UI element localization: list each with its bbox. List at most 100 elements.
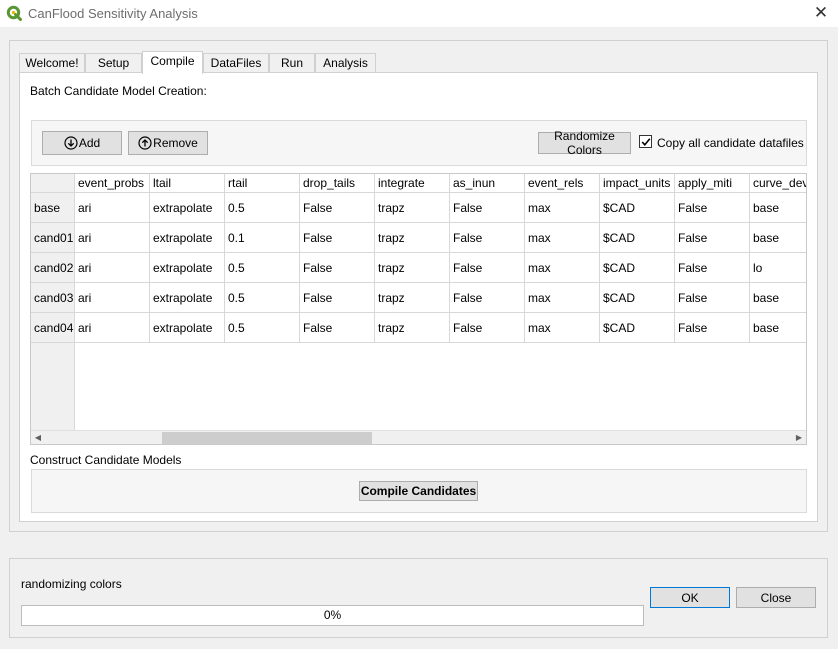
copy-datafiles-label: Copy all candidate datafiles <box>657 136 804 150</box>
table-cell[interactable]: False <box>675 253 750 283</box>
compile-candidates-button[interactable]: Compile Candidates <box>359 481 478 501</box>
table-cell[interactable]: False <box>450 223 525 253</box>
tab-run[interactable]: Run <box>269 53 315 73</box>
table-corner <box>31 174 75 193</box>
table-cell[interactable]: trapz <box>375 193 450 223</box>
copy-datafiles-checkbox[interactable] <box>639 135 652 148</box>
column-header[interactable]: ltail <box>150 174 225 193</box>
close-button[interactable]: Close <box>736 587 816 608</box>
horizontal-scrollbar[interactable]: ◀ ▶ <box>31 430 806 444</box>
row-header-cand02[interactable]: cand02 <box>31 253 75 283</box>
ok-button[interactable]: OK <box>650 587 730 608</box>
remove-button[interactable]: Remove <box>128 131 208 155</box>
close-icon[interactable]: ✕ <box>804 0 838 27</box>
window-title: CanFlood Sensitivity Analysis <box>28 6 198 21</box>
remove-button-label: Remove <box>153 136 198 150</box>
table-cell[interactable]: False <box>450 313 525 343</box>
status-text: randomizing colors <box>21 577 122 591</box>
randomize-colors-button[interactable]: Randomize Colors <box>538 129 631 157</box>
table-cell[interactable]: False <box>675 313 750 343</box>
tab-welcome[interactable]: Welcome! <box>19 53 85 73</box>
table-cell[interactable]: extrapolate <box>150 193 225 223</box>
table-cell[interactable]: False <box>300 223 375 253</box>
candidates-table[interactable]: event_probs ltail rtail drop_tails integ… <box>30 173 807 445</box>
tab-datafiles[interactable]: DataFiles <box>203 53 269 73</box>
column-header[interactable]: curve_dev <box>750 174 806 193</box>
column-header[interactable]: drop_tails <box>300 174 375 193</box>
table-cell[interactable]: max <box>525 313 600 343</box>
table-cell[interactable]: trapz <box>375 313 450 343</box>
add-button-label: Add <box>78 136 101 150</box>
scrollbar-thumb[interactable] <box>162 432 372 444</box>
table-cell[interactable]: $CAD <box>600 313 675 343</box>
table-cell[interactable]: False <box>300 193 375 223</box>
table-cell[interactable]: extrapolate <box>150 223 225 253</box>
table-cell[interactable]: False <box>300 253 375 283</box>
checkmark-icon <box>641 138 651 147</box>
progress-bar: 0% <box>21 605 644 626</box>
table-cell[interactable]: False <box>450 253 525 283</box>
table-cell[interactable]: max <box>525 193 600 223</box>
title-bar: CanFlood Sensitivity Analysis ✕ <box>0 0 838 27</box>
table-cell[interactable]: trapz <box>375 283 450 313</box>
table-cell[interactable]: ari <box>75 283 150 313</box>
table-cell[interactable]: trapz <box>375 223 450 253</box>
table-cell[interactable]: $CAD <box>600 253 675 283</box>
column-header[interactable]: impact_units <box>600 174 675 193</box>
tab-compile[interactable]: Compile <box>142 51 203 74</box>
arrow-up-circle-icon <box>138 136 152 150</box>
table-cell[interactable]: 0.5 <box>225 313 300 343</box>
table-cell[interactable]: extrapolate <box>150 253 225 283</box>
table-cell[interactable]: $CAD <box>600 223 675 253</box>
table-cell[interactable]: 0.5 <box>225 253 300 283</box>
table-cell[interactable]: 0.5 <box>225 283 300 313</box>
table-cell[interactable]: False <box>675 223 750 253</box>
table-cell[interactable]: False <box>300 313 375 343</box>
row-header-cand03[interactable]: cand03 <box>31 283 75 313</box>
batch-section-title: Batch Candidate Model Creation: <box>30 84 207 98</box>
table-cell[interactable]: False <box>300 283 375 313</box>
table-cell[interactable]: trapz <box>375 253 450 283</box>
column-header[interactable]: rtail <box>225 174 300 193</box>
table-cell[interactable]: $CAD <box>600 193 675 223</box>
row-header-cand01[interactable]: cand01 <box>31 223 75 253</box>
table-cell[interactable]: base <box>750 283 806 313</box>
table-cell[interactable]: base <box>750 223 806 253</box>
table-cell[interactable]: $CAD <box>600 283 675 313</box>
scroll-left-icon[interactable]: ◀ <box>31 431 45 444</box>
table-cell[interactable]: base <box>750 313 806 343</box>
add-button[interactable]: Add <box>42 131 122 155</box>
table-cell[interactable]: 0.5 <box>225 193 300 223</box>
table-cell[interactable]: max <box>525 253 600 283</box>
construct-section-title: Construct Candidate Models <box>30 453 182 467</box>
table-cell[interactable]: ari <box>75 223 150 253</box>
table-cell[interactable]: False <box>450 283 525 313</box>
column-header[interactable]: apply_miti <box>675 174 750 193</box>
column-header[interactable]: integrate <box>375 174 450 193</box>
table-cell[interactable]: ari <box>75 193 150 223</box>
row-header-cand04[interactable]: cand04 <box>31 313 75 343</box>
row-header-fill <box>31 343 75 431</box>
scroll-right-icon[interactable]: ▶ <box>792 431 806 444</box>
table-cell[interactable]: ari <box>75 313 150 343</box>
table-cell[interactable]: max <box>525 223 600 253</box>
table-cell[interactable]: 0.1 <box>225 223 300 253</box>
table-cell[interactable]: False <box>675 193 750 223</box>
table-cell[interactable]: extrapolate <box>150 283 225 313</box>
tab-analysis[interactable]: Analysis <box>315 53 376 73</box>
row-header-base[interactable]: base <box>31 193 75 223</box>
table-cell[interactable]: extrapolate <box>150 313 225 343</box>
progress-label: 0% <box>323 608 342 622</box>
table-cell[interactable]: lo <box>750 253 806 283</box>
table-cell[interactable]: False <box>450 193 525 223</box>
arrow-down-circle-icon <box>64 136 78 150</box>
table-cell[interactable]: ari <box>75 253 150 283</box>
qgis-icon <box>6 5 22 21</box>
table-cell[interactable]: base <box>750 193 806 223</box>
column-header[interactable]: event_rels <box>525 174 600 193</box>
table-cell[interactable]: False <box>675 283 750 313</box>
column-header[interactable]: event_probs <box>75 174 150 193</box>
table-cell[interactable]: max <box>525 283 600 313</box>
column-header[interactable]: as_inun <box>450 174 525 193</box>
tab-setup[interactable]: Setup <box>85 53 142 73</box>
